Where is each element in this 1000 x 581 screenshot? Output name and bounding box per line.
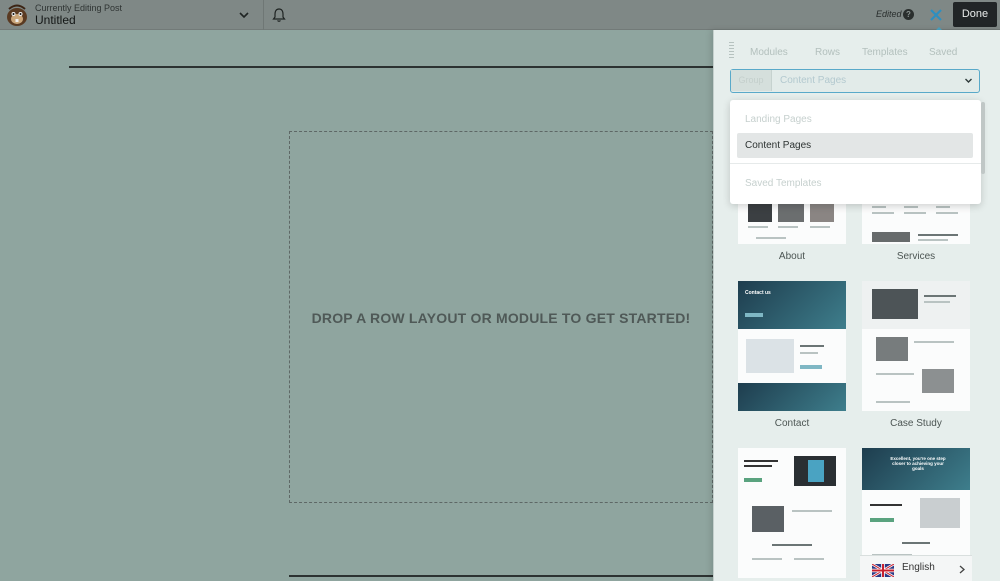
- template-thumb: [738, 448, 846, 578]
- card-heading: Contact us: [745, 290, 771, 296]
- tab-modules[interactable]: Modules: [750, 47, 788, 58]
- template-group-dropdown: Landing Pages Content Pages Saved Templa…: [730, 100, 981, 204]
- panel-scrollbar[interactable]: [981, 102, 985, 174]
- panel-tabs: Modules Rows Templates Saved: [736, 47, 1000, 61]
- dropdown-option-content-pages[interactable]: Content Pages: [737, 133, 973, 158]
- edited-status: Edited: [876, 9, 902, 19]
- template-group-select[interactable]: Group Content Pages: [730, 69, 980, 93]
- bell-icon[interactable]: [272, 7, 286, 23]
- content-panel: Modules Rows Templates Saved Group Conte…: [713, 30, 1000, 581]
- dropdown-separator: [730, 163, 981, 164]
- template-thumb: [862, 202, 970, 244]
- chevron-right-icon: [959, 565, 965, 574]
- select-value: Content Pages: [780, 75, 847, 86]
- template-thumb: [862, 281, 970, 411]
- chevron-down-icon[interactable]: [238, 9, 250, 21]
- close-panel-icon[interactable]: [927, 6, 945, 24]
- drag-handle-icon[interactable]: [729, 42, 734, 60]
- toolbar-divider: [263, 0, 264, 30]
- post-title: Untitled: [35, 13, 76, 27]
- template-label: About: [778, 251, 806, 262]
- page-divider-bottom: [289, 575, 719, 577]
- dropdown-option-landing-pages[interactable]: Landing Pages: [737, 107, 973, 132]
- language-label: English: [902, 562, 935, 573]
- done-button[interactable]: Done: [953, 2, 997, 27]
- template-label: Contact: [774, 418, 810, 429]
- top-bar: Currently Editing Post Untitled Edited ?…: [0, 0, 1000, 30]
- select-group-label: Group: [731, 70, 772, 91]
- chevron-down-icon: [965, 78, 972, 83]
- card-heading: Excellent, you're one step closer to ach…: [890, 456, 946, 471]
- dropdown-option-saved-templates[interactable]: Saved Templates: [737, 171, 973, 196]
- help-icon[interactable]: ?: [903, 9, 914, 20]
- template-label: Services: [896, 251, 936, 262]
- tab-templates[interactable]: Templates: [862, 47, 908, 58]
- post-kicker: Currently Editing Post: [35, 3, 123, 13]
- template-thumb: Contact us: [738, 281, 846, 411]
- drop-zone[interactable]: DROP A ROW LAYOUT OR MODULE TO GET START…: [289, 131, 713, 503]
- tab-rows[interactable]: Rows: [815, 47, 840, 58]
- drop-zone-text: DROP A ROW LAYOUT OR MODULE TO GET START…: [311, 310, 691, 326]
- uk-flag-icon: [872, 564, 894, 577]
- template-label: Case Study: [890, 418, 942, 429]
- language-switcher[interactable]: English: [860, 555, 972, 581]
- tab-saved[interactable]: Saved: [929, 47, 957, 58]
- post-info[interactable]: Currently Editing Post Untitled: [35, 3, 122, 28]
- template-thumb: [738, 202, 846, 244]
- beaver-logo-icon: [7, 4, 27, 26]
- page-divider-top: [69, 66, 719, 68]
